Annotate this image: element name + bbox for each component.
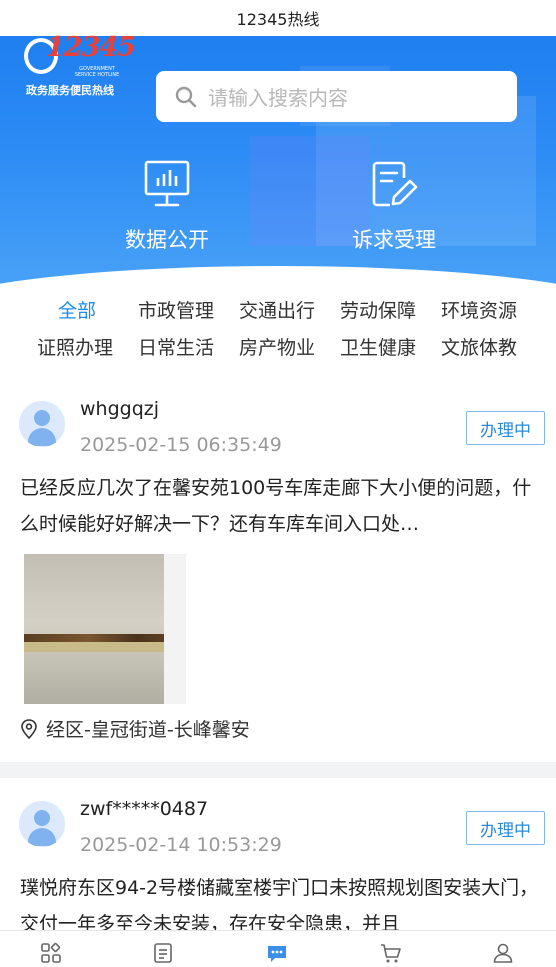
cart-icon[interactable] xyxy=(379,941,403,965)
post-content: 已经反应几次了在馨安苑100号车库走廊下大小便的问题，什么时候能好好解决一下？还… xyxy=(20,477,532,535)
post-username: whggqzj xyxy=(80,398,160,420)
chat-icon[interactable] xyxy=(265,941,289,965)
complaint-accept-button[interactable]: 诉求受理 xyxy=(319,158,469,254)
post-content: 璞悦府东区94-2号楼储藏室楼宇门口未按照规划图安装大门，交付一年多至今未安装，… xyxy=(20,877,539,930)
bottom-tab-bar xyxy=(0,930,556,967)
logo-chinese: 政务服务便民热线 xyxy=(26,84,114,97)
category-property[interactable]: 房产物业 xyxy=(239,333,315,360)
category-all[interactable]: 全部 xyxy=(58,296,96,323)
banner-curve xyxy=(0,266,556,296)
list-icon[interactable] xyxy=(151,941,175,965)
category-labor[interactable]: 劳动保障 xyxy=(340,296,416,323)
post-username: zwf*****0487 xyxy=(80,798,209,820)
category-traffic[interactable]: 交通出行 xyxy=(239,296,315,323)
status-badge: 办理中 xyxy=(466,811,545,845)
post-photo[interactable] xyxy=(24,554,186,704)
hotline-logo: 12345 GOVERNMENT SERVICE HOTLINE 政务服务便民热… xyxy=(24,30,136,97)
complaint-accept-label: 诉求受理 xyxy=(352,228,436,252)
category-municipal[interactable]: 市政管理 xyxy=(138,296,214,323)
data-open-button[interactable]: 数据公开 xyxy=(92,158,242,254)
status-badge: 办理中 xyxy=(466,411,545,445)
post-card[interactable]: zwf*****0487 2025-02-14 10:53:29 办理中 璞悦府… xyxy=(0,778,556,930)
search-icon xyxy=(175,86,197,107)
section-divider xyxy=(0,762,556,778)
monitor-chart-icon xyxy=(144,160,190,207)
document-edit-icon xyxy=(372,161,418,207)
post-card[interactable]: whggqzj 2025-02-15 06:35:49 办理中 已经反应几次了在… xyxy=(0,378,556,762)
location-pin-icon xyxy=(21,718,37,739)
data-open-label: 数据公开 xyxy=(125,228,209,252)
grid-icon[interactable] xyxy=(39,941,63,965)
post-location-text: 经区-皇冠街道-长峰馨安 xyxy=(46,719,250,741)
search-placeholder: 请输入搜索内容 xyxy=(208,86,348,110)
category-daily-life[interactable]: 日常生活 xyxy=(138,333,214,360)
search-bar[interactable]: 请输入搜索内容 xyxy=(156,71,517,122)
post-time: 2025-02-15 06:35:49 xyxy=(80,434,282,456)
category-culture-sport[interactable]: 文旅体教 xyxy=(441,333,517,360)
post-time: 2025-02-14 10:53:29 xyxy=(80,834,282,856)
category-environment[interactable]: 环境资源 xyxy=(441,296,517,323)
post-location: 经区-皇冠街道-长峰馨安 xyxy=(20,715,250,742)
category-license[interactable]: 证照办理 xyxy=(37,333,113,360)
logo-english: GOVERNMENT SERVICE HOTLINE xyxy=(74,66,120,78)
user-icon[interactable] xyxy=(491,941,515,965)
logo-number: 12345 xyxy=(46,32,136,63)
avatar xyxy=(19,401,65,447)
category-health[interactable]: 卫生健康 xyxy=(340,333,416,360)
avatar xyxy=(19,801,65,847)
app-title: 12345热线 xyxy=(236,10,320,29)
